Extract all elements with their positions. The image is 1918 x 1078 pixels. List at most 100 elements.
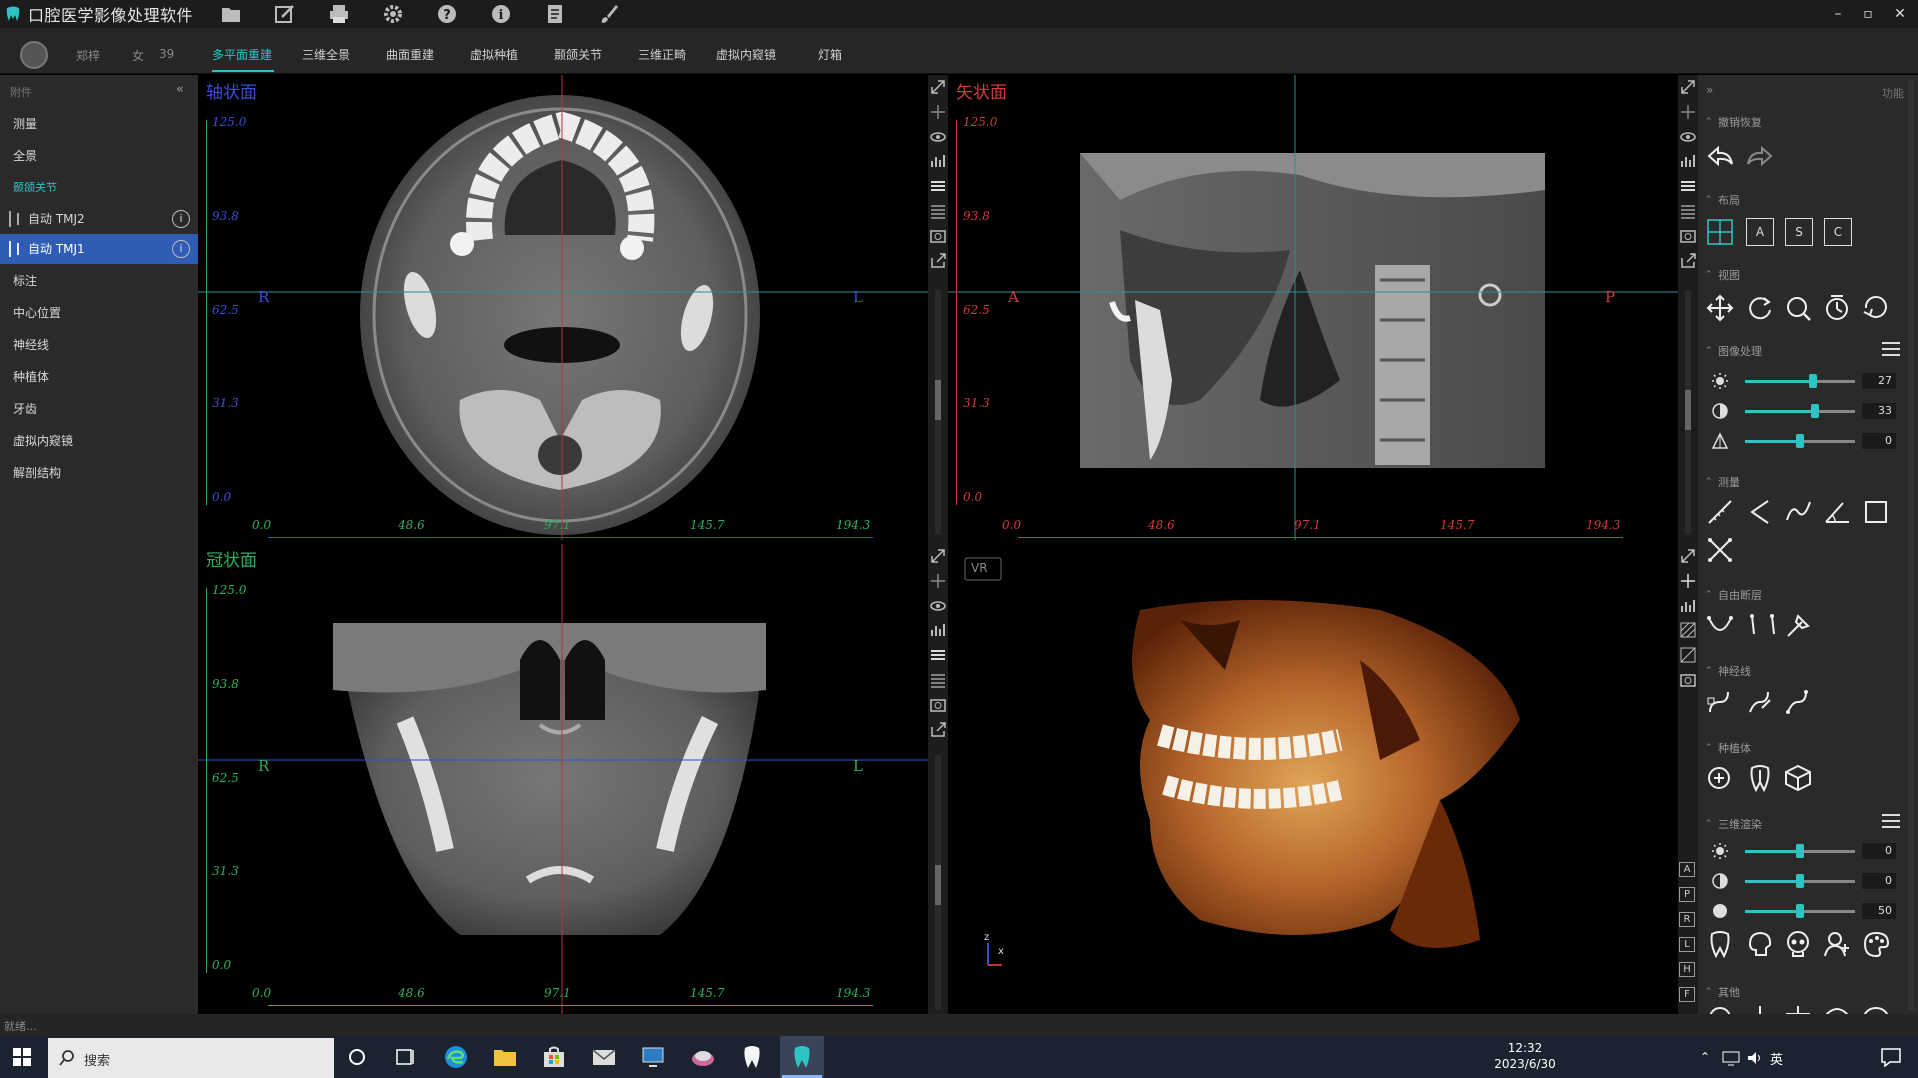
- tab-3d-orthodontics[interactable]: 三维正畸: [638, 46, 686, 63]
- hatch-icon[interactable]: [1679, 621, 1697, 639]
- sidebar-item-tmj[interactable]: 颞颌关节: [0, 173, 198, 203]
- mail-icon[interactable]: [591, 1044, 617, 1070]
- pan-icon[interactable]: [1706, 294, 1734, 322]
- rotate-icon[interactable]: [1746, 294, 1774, 322]
- other-tool-icon[interactable]: [1706, 1004, 1734, 1014]
- ime-indicator[interactable]: 英: [1770, 1049, 1783, 1068]
- add-implant-icon[interactable]: [1706, 764, 1734, 792]
- slider-value[interactable]: 27: [1862, 373, 1896, 389]
- slider-value[interactable]: 33: [1862, 403, 1896, 419]
- skull-front-preset-icon[interactable]: [1784, 930, 1812, 958]
- protractor-icon[interactable]: [1823, 498, 1851, 526]
- slider-handle[interactable]: [1796, 904, 1804, 918]
- area-rect-icon[interactable]: [1862, 498, 1890, 526]
- angle-icon[interactable]: [1746, 498, 1774, 526]
- sidebar-item-auto-tmj2[interactable]: 自动 TMJ2 i: [0, 204, 198, 234]
- eye-icon[interactable]: [929, 597, 947, 615]
- delete-measure-icon[interactable]: [1706, 536, 1734, 564]
- reset-icon[interactable]: [1862, 294, 1890, 322]
- redo-icon[interactable]: [1746, 142, 1774, 170]
- nerve-draw-icon[interactable]: [1706, 688, 1734, 716]
- maximize-icon[interactable]: [1679, 78, 1697, 96]
- tray-chevron-icon[interactable]: ⌃: [1700, 1050, 1710, 1064]
- remote-desktop-icon[interactable]: [640, 1044, 666, 1070]
- list-icon[interactable]: [929, 202, 947, 220]
- edit-export-icon[interactable]: [274, 3, 296, 25]
- layers-icon[interactable]: [929, 177, 947, 195]
- info-icon[interactable]: i: [172, 210, 190, 228]
- print-icon[interactable]: [328, 3, 350, 25]
- sidebar-item-virtual-endoscopy[interactable]: 虚拟内窥镜: [0, 426, 198, 456]
- undo-icon[interactable]: [1706, 142, 1734, 170]
- dental-app-icon[interactable]: [690, 1044, 716, 1070]
- sidebar-collapse-button[interactable]: «: [176, 82, 184, 97]
- slider-value[interactable]: 0: [1862, 873, 1896, 889]
- tab-curved-reconstruction[interactable]: 曲面重建: [386, 46, 434, 63]
- sidebar-item-teeth[interactable]: 牙齿: [0, 394, 198, 424]
- tab-tmj[interactable]: 颞颌关节: [554, 46, 602, 63]
- layers-icon[interactable]: [1679, 177, 1697, 195]
- cortana-icon[interactable]: [344, 1044, 370, 1070]
- screenshot-icon[interactable]: [1679, 671, 1697, 689]
- sidebar-item-nerve[interactable]: 神经线: [0, 330, 198, 360]
- brush-icon[interactable]: [598, 3, 620, 25]
- edge-browser-icon[interactable]: [443, 1044, 469, 1070]
- minimize-button[interactable]: –: [1828, 4, 1848, 24]
- histogram-icon[interactable]: [1679, 597, 1697, 615]
- vr-badge[interactable]: VR: [971, 561, 988, 575]
- other-tool-icon[interactable]: [1823, 1004, 1851, 1014]
- eye-icon[interactable]: [1679, 128, 1697, 146]
- menu-list-icon[interactable]: [1880, 812, 1902, 830]
- dental-imaging-app-icon[interactable]: [789, 1044, 815, 1070]
- window-level-icon[interactable]: [1823, 294, 1851, 322]
- file-explorer-icon[interactable]: [492, 1044, 518, 1070]
- close-button[interactable]: ✕: [1890, 4, 1910, 24]
- tab-virtual-endoscopy[interactable]: 虚拟内窥镜: [716, 46, 776, 63]
- tab-lightbox[interactable]: 灯箱: [818, 46, 842, 63]
- layout-axial-button[interactable]: A: [1746, 218, 1774, 246]
- tab-virtual-implant[interactable]: 虚拟种植: [470, 46, 518, 63]
- slider-handle[interactable]: [1796, 434, 1804, 448]
- windows-start-icon[interactable]: [12, 1047, 32, 1067]
- free-slice-pin-icon[interactable]: [1784, 612, 1812, 640]
- skull-side-preset-icon[interactable]: [1746, 930, 1774, 958]
- restore-button[interactable]: ▫: [1858, 4, 1878, 24]
- view-head-button[interactable]: H: [1679, 962, 1695, 977]
- implant-library-icon[interactable]: [1784, 764, 1812, 792]
- panel-scrollbar[interactable]: [1908, 80, 1914, 1010]
- other-tool-icon[interactable]: [1862, 1004, 1890, 1014]
- tab-mpr[interactable]: 多平面重建: [212, 46, 272, 63]
- curve-measure-icon[interactable]: [1784, 498, 1812, 526]
- info-icon[interactable]: i: [172, 240, 190, 258]
- crop-icon[interactable]: [1679, 646, 1697, 664]
- coronal-viewport[interactable]: [333, 623, 766, 935]
- list-icon[interactable]: [1679, 202, 1697, 220]
- info-icon[interactable]: i: [490, 3, 512, 25]
- sagittal-slice-scrollbar[interactable]: [1685, 290, 1691, 535]
- avatar[interactable]: [20, 41, 48, 69]
- view-anterior-button[interactable]: A: [1679, 862, 1695, 877]
- notification-icon[interactable]: [1880, 1047, 1902, 1067]
- screenshot-icon[interactable]: [1679, 227, 1697, 245]
- vr-3d-viewport[interactable]: [1132, 600, 1520, 948]
- sagittal-viewport[interactable]: [1080, 153, 1545, 468]
- screenshot-icon[interactable]: [929, 227, 947, 245]
- sidebar-item-implant[interactable]: 种植体: [0, 362, 198, 392]
- layout-coronal-button[interactable]: C: [1824, 218, 1852, 246]
- view-foot-button[interactable]: F: [1679, 987, 1695, 1002]
- crosshair-icon[interactable]: [929, 103, 947, 121]
- slider-handle[interactable]: [1809, 374, 1818, 388]
- slider-value[interactable]: 0: [1862, 843, 1896, 859]
- network-icon[interactable]: [1722, 1050, 1740, 1066]
- gear-icon[interactable]: [382, 3, 404, 25]
- tooth-app-icon[interactable]: [739, 1044, 765, 1070]
- sidebar-item-annotation[interactable]: 标注: [0, 266, 198, 296]
- export-icon[interactable]: [929, 252, 947, 270]
- implant-tooth-icon[interactable]: [1746, 764, 1774, 792]
- layers-icon[interactable]: [929, 646, 947, 664]
- store-icon[interactable]: [541, 1044, 567, 1070]
- nerve-auto-icon[interactable]: [1784, 688, 1812, 716]
- maximize-icon[interactable]: [929, 78, 947, 96]
- export-icon[interactable]: [1679, 252, 1697, 270]
- nerve-edit-icon[interactable]: [1746, 688, 1774, 716]
